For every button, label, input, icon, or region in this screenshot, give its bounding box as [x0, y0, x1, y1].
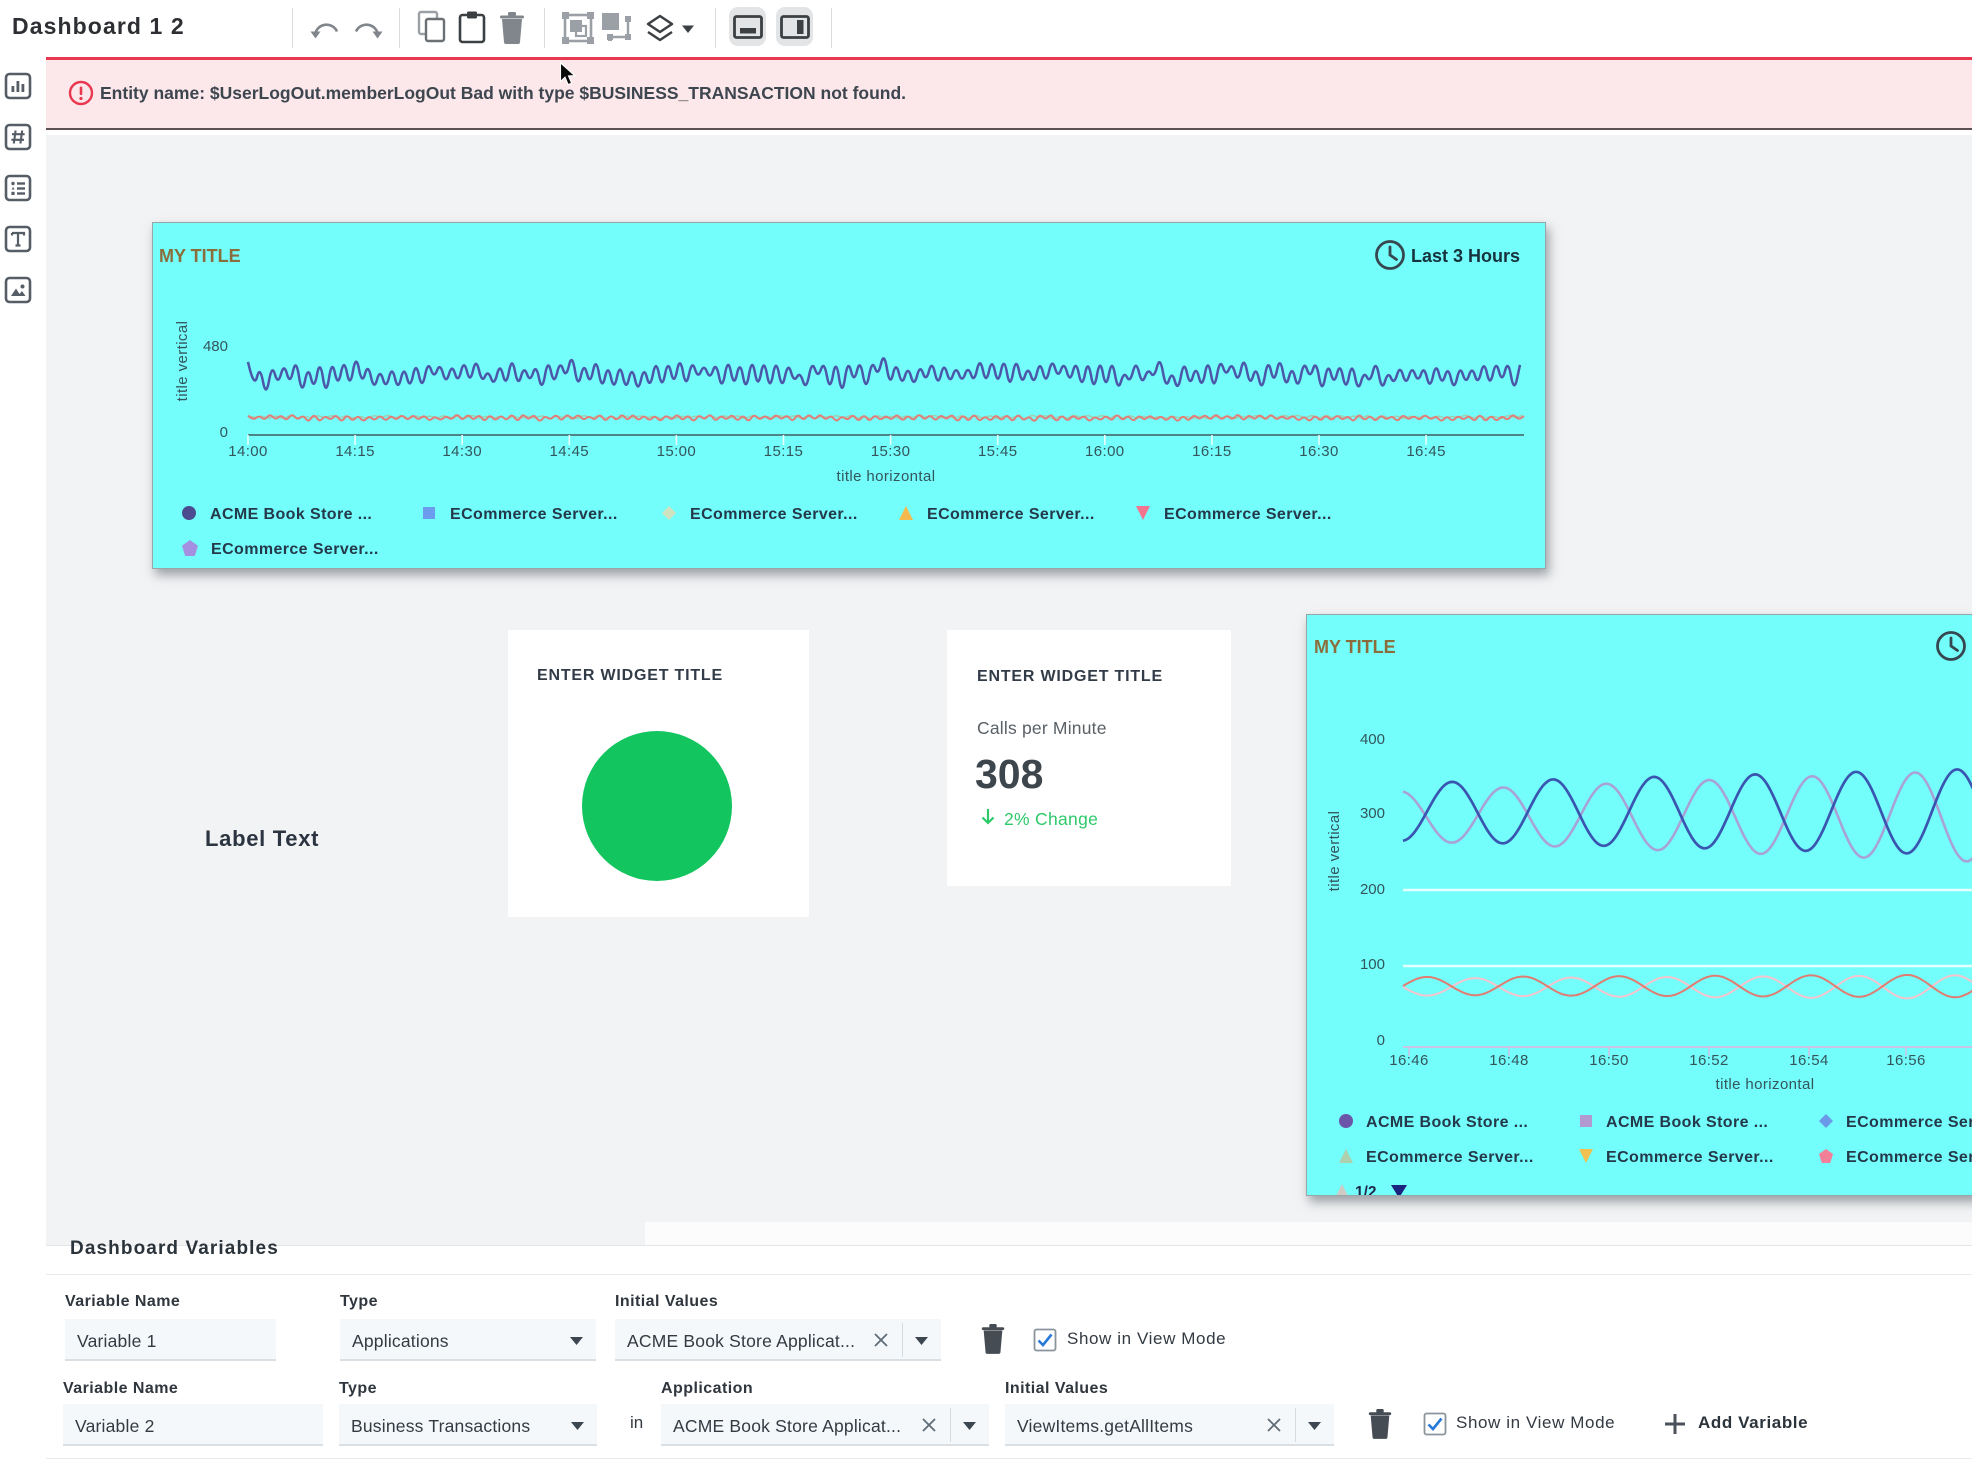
svg-text:15:45: 15:45 [978, 443, 1018, 460]
svg-text:16:52: 16:52 [1689, 1052, 1729, 1069]
svg-text:Last 3 Hours: Last 3 Hours [1411, 246, 1520, 266]
svg-text:title horizontal: title horizontal [837, 468, 936, 485]
svg-text:15:00: 15:00 [657, 443, 697, 460]
svg-text:ACME Book Store ...: ACME Book Store ... [1366, 1114, 1528, 1131]
svg-text:480: 480 [203, 338, 228, 355]
svg-text:ECommerce Server...: ECommerce Server... [211, 541, 379, 558]
svg-text:0: 0 [1377, 1032, 1385, 1049]
svg-text:16:56: 16:56 [1886, 1052, 1926, 1069]
svg-text:ECommerce Server...: ECommerce Server... [927, 506, 1095, 523]
svg-text:200: 200 [1360, 881, 1385, 898]
svg-text:14:15: 14:15 [335, 443, 375, 460]
svg-text:ECommerce Serv: ECommerce Serv [1846, 1114, 1972, 1131]
svg-text:ECommerce Server...: ECommerce Server... [690, 506, 858, 523]
svg-text:title vertical: title vertical [1326, 811, 1343, 892]
svg-text:ECommerce Server...: ECommerce Server... [1606, 1149, 1774, 1166]
svg-text:MY TITLE: MY TITLE [159, 246, 241, 266]
svg-text:title horizontal: title horizontal [1716, 1076, 1815, 1093]
svg-text:ECommerce Server...: ECommerce Server... [450, 506, 618, 523]
svg-text:ACME Book Store ...: ACME Book Store ... [1606, 1114, 1768, 1131]
svg-text:300: 300 [1360, 805, 1385, 822]
svg-text:0: 0 [220, 424, 228, 441]
svg-text:15:30: 15:30 [871, 443, 911, 460]
svg-text:14:00: 14:00 [228, 443, 268, 460]
svg-text:16:00: 16:00 [1085, 443, 1125, 460]
svg-text:16:30: 16:30 [1299, 443, 1339, 460]
svg-text:14:45: 14:45 [550, 443, 590, 460]
svg-text:ECommerce Serv: ECommerce Serv [1846, 1149, 1972, 1166]
svg-text:400: 400 [1360, 731, 1385, 748]
svg-text:ECommerce Server...: ECommerce Server... [1366, 1149, 1534, 1166]
svg-text:16:15: 16:15 [1192, 443, 1232, 460]
svg-text:14:30: 14:30 [442, 443, 482, 460]
svg-text:title vertical: title vertical [174, 321, 191, 402]
svg-text:16:46: 16:46 [1389, 1052, 1429, 1069]
svg-text:MY TITLE: MY TITLE [1314, 637, 1396, 657]
svg-text:100: 100 [1360, 956, 1385, 973]
svg-text:16:45: 16:45 [1406, 443, 1446, 460]
svg-text:16:50: 16:50 [1589, 1052, 1629, 1069]
svg-text:16:54: 16:54 [1789, 1052, 1829, 1069]
svg-text:15:15: 15:15 [764, 443, 804, 460]
svg-text:1/2: 1/2 [1355, 1184, 1377, 1195]
svg-text:16:48: 16:48 [1489, 1052, 1529, 1069]
svg-text:ACME Book Store ...: ACME Book Store ... [210, 506, 372, 523]
svg-text:ECommerce Server...: ECommerce Server... [1164, 506, 1332, 523]
